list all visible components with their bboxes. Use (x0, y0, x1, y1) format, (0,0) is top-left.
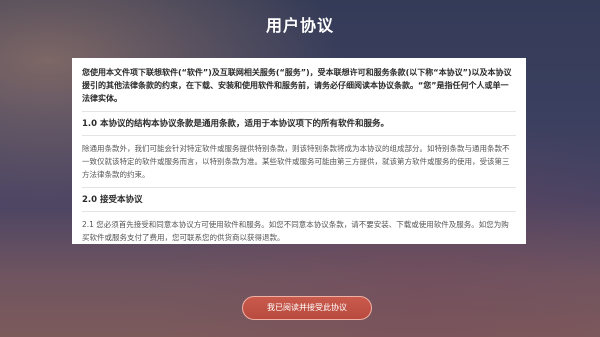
divider (82, 135, 516, 136)
accept-agreement-button[interactable]: 我已阅读并接受此协议 (242, 296, 372, 320)
section-body: 除通用条款外，我们可能会针对特定软件或服务提供特别条款，则该特别条款将成为本协议… (82, 144, 510, 179)
page-title: 用户协议 (265, 16, 334, 35)
agreement-intro: 您使用本文件项下联想软件(“软件”)及互联网相关服务(“服务”)，受本联想许可和… (82, 68, 512, 103)
agreement-panel[interactable]: 您使用本文件项下联想软件(“软件”)及互联网相关服务(“服务”)，受本联想许可和… (72, 58, 526, 244)
divider (82, 187, 516, 188)
divider (82, 211, 516, 212)
section-body: 2.1 您必须首先接受和同意本协议方可使用软件和服务。如您不同意本协议条款，请不… (82, 220, 509, 242)
divider (82, 111, 516, 112)
section-heading: 2.0 接受本协议 (82, 195, 143, 205)
section-heading: 1.0 本协议的结构本协议条款是通用条款，适用于本协议项下的所有软件和服务。 (82, 119, 390, 129)
